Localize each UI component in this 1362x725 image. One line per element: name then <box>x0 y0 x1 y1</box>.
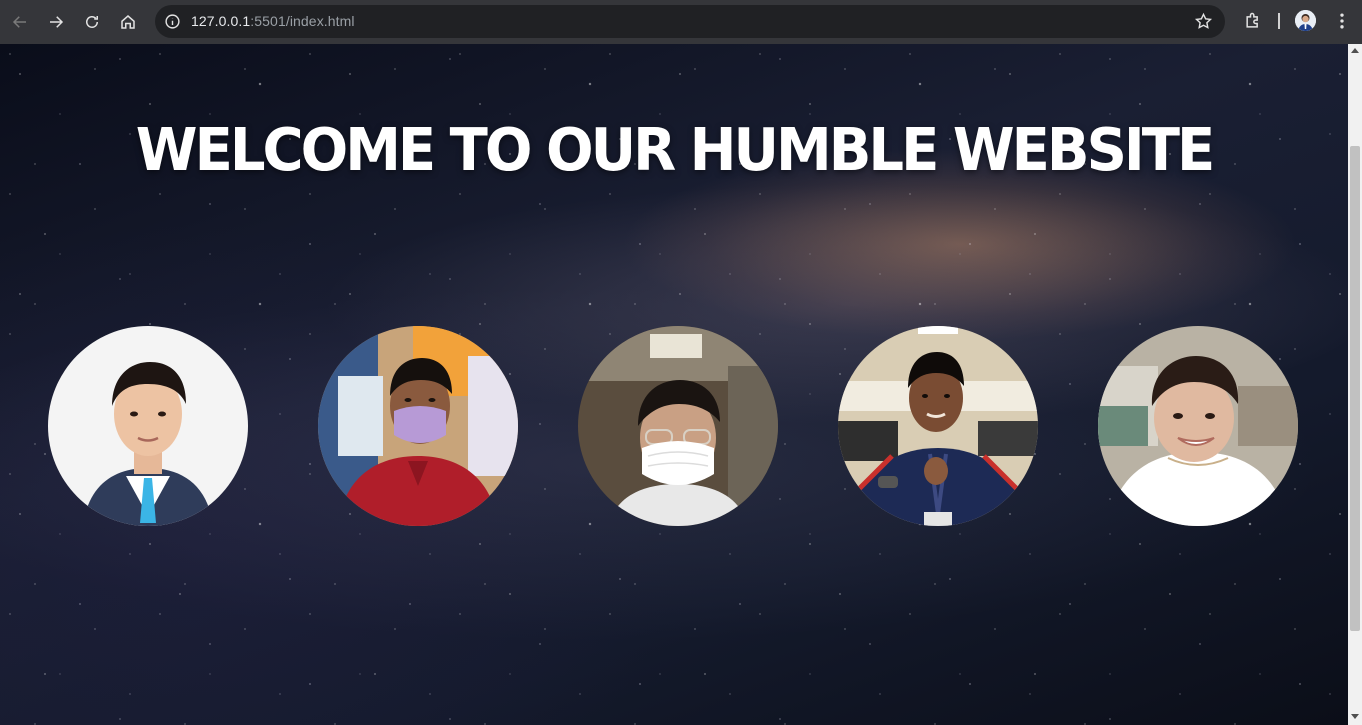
puzzle-icon[interactable] <box>1240 8 1266 34</box>
browser-toolbar: 127.0.0.1:5501/index.html <box>0 0 1362 44</box>
home-button[interactable] <box>113 7 143 37</box>
member-photo-3 <box>578 326 778 526</box>
avatar-icon[interactable] <box>1295 10 1316 31</box>
arrow-right-icon <box>50 16 64 28</box>
address-bar[interactable]: 127.0.0.1:5501/index.html <box>155 5 1225 38</box>
member-photo-5 <box>1098 326 1298 526</box>
url-host: 127.0.0.1 <box>191 13 251 29</box>
vertical-scrollbar[interactable] <box>1348 44 1362 725</box>
reload-button[interactable] <box>77 7 107 37</box>
member-photo-1 <box>48 326 248 526</box>
scroll-up-arrow-icon[interactable] <box>1351 48 1359 53</box>
member-photo-4 <box>838 326 1038 526</box>
toolbar-divider <box>1278 13 1280 29</box>
member-photo-2 <box>318 326 518 526</box>
scroll-down-arrow-icon[interactable] <box>1351 714 1359 719</box>
page-title: WELCOME TO OUR HUMBLE WEBSITE <box>135 116 1215 185</box>
url-path: :5501/index.html <box>250 13 355 29</box>
page-viewport: WELCOME TO OUR HUMBLE WEBSITE <box>0 44 1348 725</box>
url-text[interactable]: 127.0.0.1:5501/index.html <box>191 13 355 29</box>
reload-icon <box>86 16 98 28</box>
kebab-menu-icon[interactable] <box>1330 9 1354 33</box>
info-icon[interactable] <box>163 12 182 31</box>
forward-button[interactable] <box>41 7 71 37</box>
star-icon[interactable] <box>1193 11 1213 31</box>
back-button[interactable] <box>5 7 35 37</box>
arrow-left-icon <box>12 16 26 28</box>
home-icon <box>121 15 135 29</box>
scrollbar-thumb[interactable] <box>1350 146 1360 631</box>
